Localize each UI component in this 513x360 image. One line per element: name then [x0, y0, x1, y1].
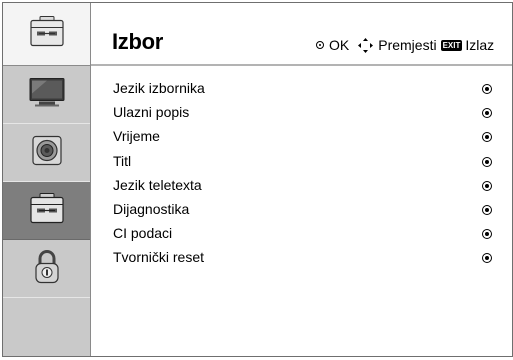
sidebar-item-picture[interactable]	[3, 66, 90, 124]
menu-item-diagnostics[interactable]: Dijagnostika	[113, 197, 503, 221]
menu-item-factory-reset[interactable]: Tvornički reset	[113, 245, 503, 269]
sidebar	[3, 3, 91, 356]
menu-item-label: Titl	[113, 152, 132, 169]
radio-icon	[482, 180, 492, 191]
radio-icon	[482, 132, 492, 143]
menu-item-label: Tvornički reset	[113, 249, 205, 266]
menu-item-label: CI podaci	[113, 225, 173, 242]
menu-item-label: Dijagnostika	[113, 200, 190, 217]
radio-icon	[482, 108, 492, 119]
menu-window: Izbor OK Premjesti EXIT Izlaz Jezik izbo…	[2, 2, 513, 357]
menu-item-menu-language[interactable]: Jezik izbornika	[113, 76, 503, 100]
radio-icon	[482, 204, 492, 215]
move-arrows-icon	[358, 37, 374, 53]
exit-key-icon: EXIT	[440, 39, 463, 51]
page-title: Izbor	[112, 29, 164, 54]
radio-icon	[482, 156, 492, 167]
menu-item-subtitle[interactable]: Titl	[113, 149, 503, 173]
radio-icon	[482, 229, 492, 240]
menu-item-label: Jezik izbornika	[113, 80, 205, 96]
menu-item-time[interactable]: Vrijeme	[113, 124, 503, 148]
lock-icon	[32, 248, 62, 289]
hint-exit-label: Izlaz	[465, 37, 495, 53]
sidebar-item-options[interactable]	[3, 182, 90, 240]
ok-button-icon	[316, 41, 324, 49]
hint-ok-label: OK	[329, 37, 350, 53]
menu-item-ci-info[interactable]: CI podaci	[113, 221, 503, 245]
radio-icon	[482, 253, 492, 264]
key-hints: OK Premjesti EXIT Izlaz	[316, 37, 494, 53]
menu-list: Jezik izbornika Ulazni popis Vrijeme Tit…	[113, 76, 503, 270]
menu-item-label: Ulazni popis	[113, 104, 190, 121]
options-icon	[29, 16, 65, 53]
sidebar-item-lock[interactable]	[3, 240, 90, 298]
menu-header: Izbor OK Premjesti EXIT Izlaz	[91, 3, 512, 66]
menu-item-label: Jezik teletexta	[113, 176, 202, 193]
picture-icon	[27, 75, 67, 114]
menu-item-label: Vrijeme	[113, 128, 160, 145]
menu-item-input-list[interactable]: Ulazni popis	[113, 100, 503, 124]
audio-icon	[30, 133, 64, 172]
sidebar-item-audio[interactable]	[3, 124, 90, 182]
radio-icon	[482, 84, 492, 94]
options-icon	[29, 191, 65, 230]
current-category-icon-box	[3, 3, 90, 66]
hint-move-label: Premjesti	[378, 37, 437, 53]
menu-item-teletext-language[interactable]: Jezik teletexta	[113, 173, 503, 197]
